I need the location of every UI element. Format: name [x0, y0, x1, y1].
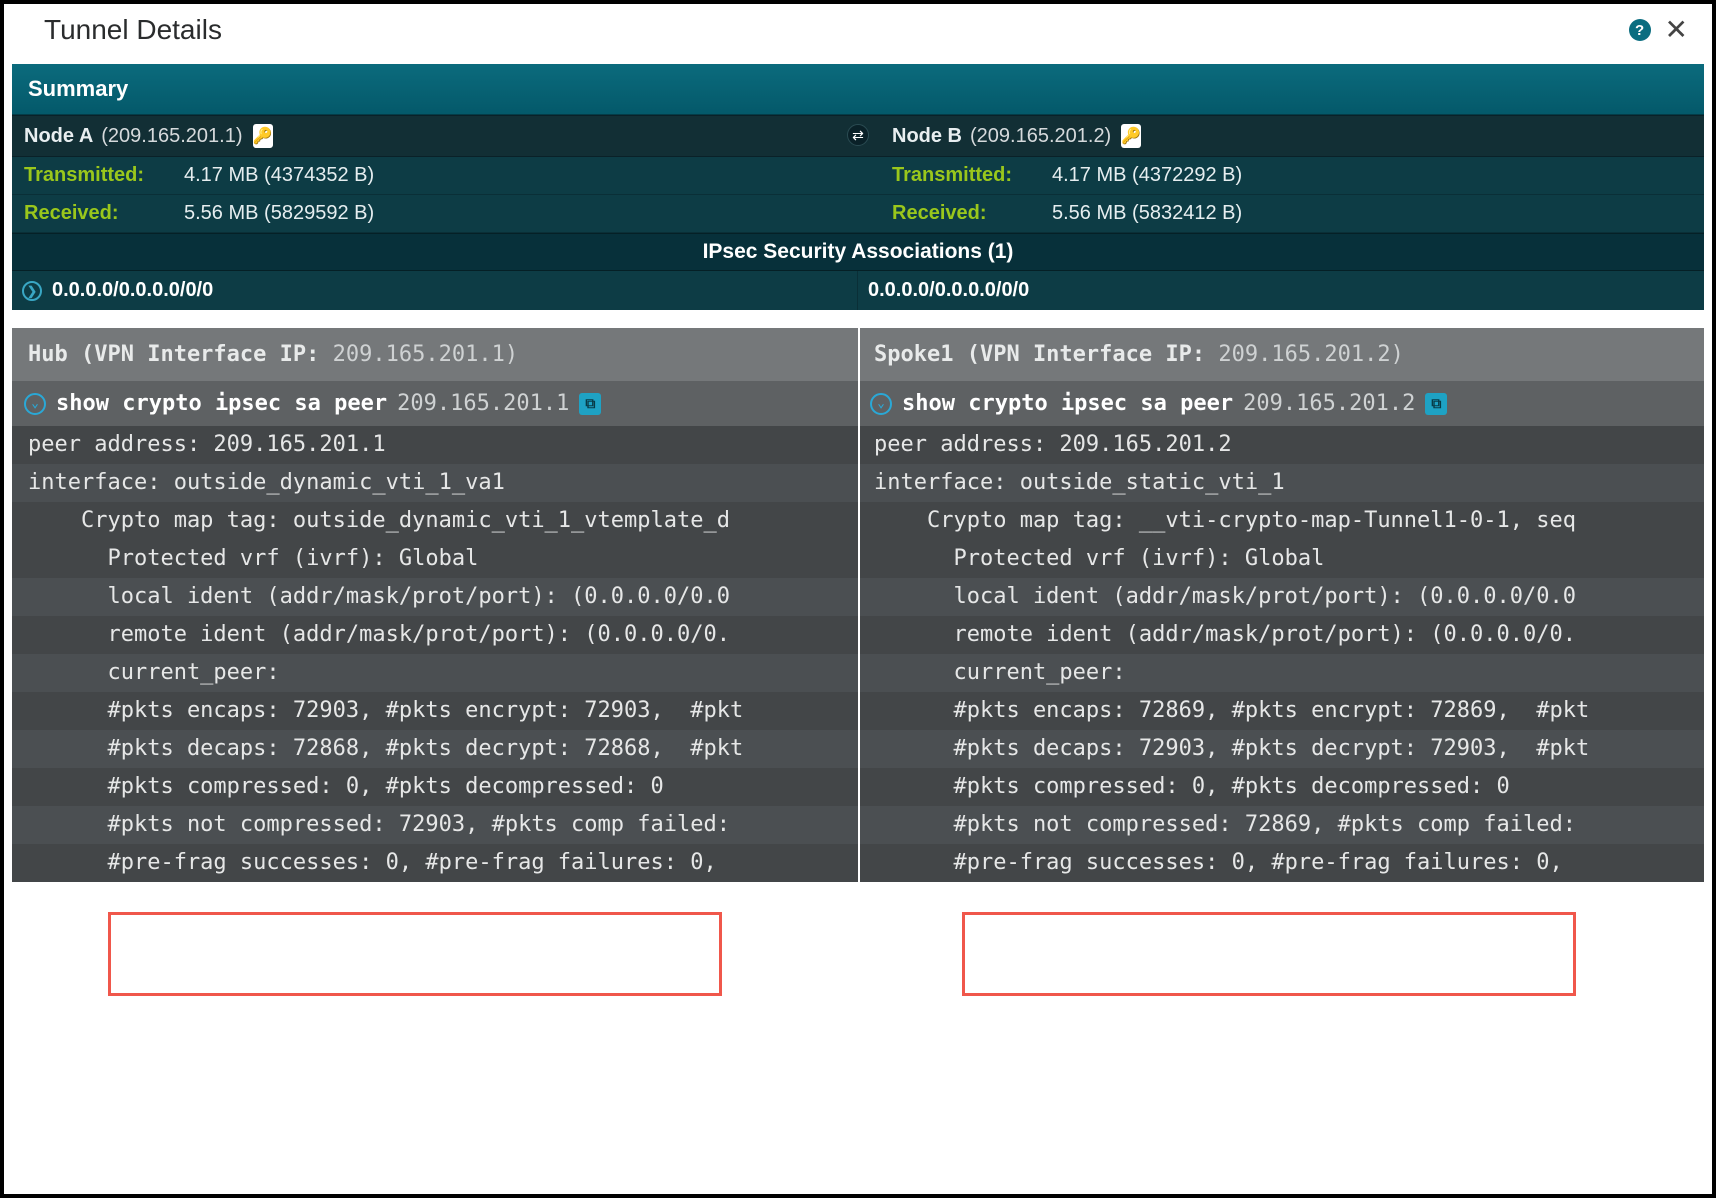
cli-line: interface: outside_dynamic_vti_1_va1	[12, 464, 858, 502]
node-a-rx-label: Received:	[24, 202, 184, 225]
cli-line: local ident (addr/mask/prot/port): (0.0.…	[858, 578, 1704, 616]
node-a-tx-value: 4.17 MB (4374352 B)	[184, 164, 374, 187]
sa-right-value: 0.0.0.0/0.0.0.0/0/0	[868, 279, 1029, 302]
collapse-spoke-icon[interactable]: ⌄	[870, 393, 892, 415]
cli-line: Crypto map tag: __vti-crypto-map-Tunnel1…	[858, 502, 1704, 540]
cli-line: #pkts compressed: 0, #pkts decompressed:…	[12, 768, 858, 806]
cli-line: peer address: 209.165.201.2	[858, 426, 1704, 464]
node-b-rx-label: Received:	[892, 202, 1052, 225]
cli-line: #pkts encaps: 72869, #pkts encrypt: 7286…	[858, 692, 1704, 730]
node-b-rx-value: 5.56 MB (5832412 B)	[1052, 202, 1242, 225]
dialog-title: Tunnel Details	[44, 14, 222, 46]
cli-line: current_peer:	[858, 654, 1704, 692]
cli-line: Crypto map tag: outside_dynamic_vti_1_vt…	[12, 502, 858, 540]
cli-line: #pkts decaps: 72903, #pkts decrypt: 7290…	[858, 730, 1704, 768]
spoke-cli-output: peer address: 209.165.201.2interface: ou…	[858, 426, 1704, 882]
hub-command: show crypto ipsec sa peer	[56, 391, 387, 416]
cli-line: Protected vrf (ivrf): Global	[12, 540, 858, 578]
cli-line: interface: outside_static_vti_1	[858, 464, 1704, 502]
hub-command-ip: 209.165.201.1	[397, 391, 569, 416]
collapse-hub-icon[interactable]: ⌄	[24, 393, 46, 415]
node-a-column: Node A (209.165.201.1) 🔑 Transmitted: 4.…	[12, 115, 858, 233]
copy-icon[interactable]: ⧉	[579, 393, 601, 415]
cli-line: #pkts not compressed: 72903, #pkts comp …	[12, 806, 858, 844]
cli-line: #pkts decaps: 72868, #pkts decrypt: 7286…	[12, 730, 858, 768]
cli-line: #pkts compressed: 0, #pkts decompressed:…	[858, 768, 1704, 806]
cli-line: remote ident (addr/mask/prot/port): (0.0…	[12, 616, 858, 654]
hub-cli-output: peer address: 209.165.201.1interface: ou…	[12, 426, 858, 882]
ipsec-sa-row: ❯ 0.0.0.0/0.0.0.0/0/0 0.0.0.0/0.0.0.0/0/…	[12, 271, 1704, 310]
help-icon[interactable]: ?	[1629, 19, 1651, 41]
swap-direction-icon[interactable]: ⇄	[847, 124, 869, 146]
cli-line: local ident (addr/mask/prot/port): (0.0.…	[12, 578, 858, 616]
sa-left-value: 0.0.0.0/0.0.0.0/0/0	[52, 279, 213, 302]
cli-line: #pre-frag successes: 0, #pre-frag failur…	[858, 844, 1704, 882]
spoke-command-ip: 209.165.201.2	[1243, 391, 1415, 416]
expand-sa-icon[interactable]: ❯	[22, 281, 42, 301]
key-icon[interactable]: 🔑	[253, 124, 273, 148]
spoke-command: show crypto ipsec sa peer	[902, 391, 1233, 416]
hub-title-prefix: Hub (VPN Interface IP:	[28, 342, 319, 367]
node-summary-row: ⇄ Node A (209.165.201.1) 🔑 Transmitted: …	[12, 115, 1704, 233]
highlight-box-right	[962, 912, 1576, 996]
spoke-pane: Spoke1 (VPN Interface IP: 209.165.201.2)…	[858, 328, 1704, 882]
key-icon[interactable]: 🔑	[1121, 124, 1141, 148]
highlight-box-left	[108, 912, 722, 996]
node-a-rx-value: 5.56 MB (5829592 B)	[184, 202, 374, 225]
node-b-tx-label: Transmitted:	[892, 164, 1052, 187]
cli-line: #pkts encaps: 72903, #pkts encrypt: 7290…	[12, 692, 858, 730]
spoke-title-prefix: Spoke1 (VPN Interface IP:	[874, 342, 1205, 367]
close-icon[interactable]: ✕	[1665, 16, 1688, 44]
cli-line: #pkts not compressed: 72869, #pkts comp …	[858, 806, 1704, 844]
cli-line: #pre-frag successes: 0, #pre-frag failur…	[12, 844, 858, 882]
summary-header: Summary	[12, 64, 1704, 115]
node-a-label: Node A	[24, 125, 93, 148]
node-b-column: Node B (209.165.201.2) 🔑 Transmitted: 4.…	[858, 115, 1704, 233]
node-a-ip: (209.165.201.1)	[101, 125, 242, 148]
hub-pane: Hub (VPN Interface IP: 209.165.201.1) ⌄ …	[12, 328, 858, 882]
cli-line: remote ident (addr/mask/prot/port): (0.0…	[858, 616, 1704, 654]
hub-title-ip: 209.165.201.1)	[333, 342, 518, 367]
node-b-tx-value: 4.17 MB (4372292 B)	[1052, 164, 1242, 187]
spoke-title-ip: 209.165.201.2)	[1218, 342, 1403, 367]
ipsec-sa-header: IPsec Security Associations (1)	[12, 233, 1704, 271]
dialog-title-bar: Tunnel Details ? ✕	[4, 4, 1712, 64]
cli-line: peer address: 209.165.201.1	[12, 426, 858, 464]
cli-line: Protected vrf (ivrf): Global	[858, 540, 1704, 578]
node-a-tx-label: Transmitted:	[24, 164, 184, 187]
copy-icon[interactable]: ⧉	[1425, 393, 1447, 415]
node-b-ip: (209.165.201.2)	[970, 125, 1111, 148]
node-b-label: Node B	[892, 125, 962, 148]
cli-line: current_peer:	[12, 654, 858, 692]
